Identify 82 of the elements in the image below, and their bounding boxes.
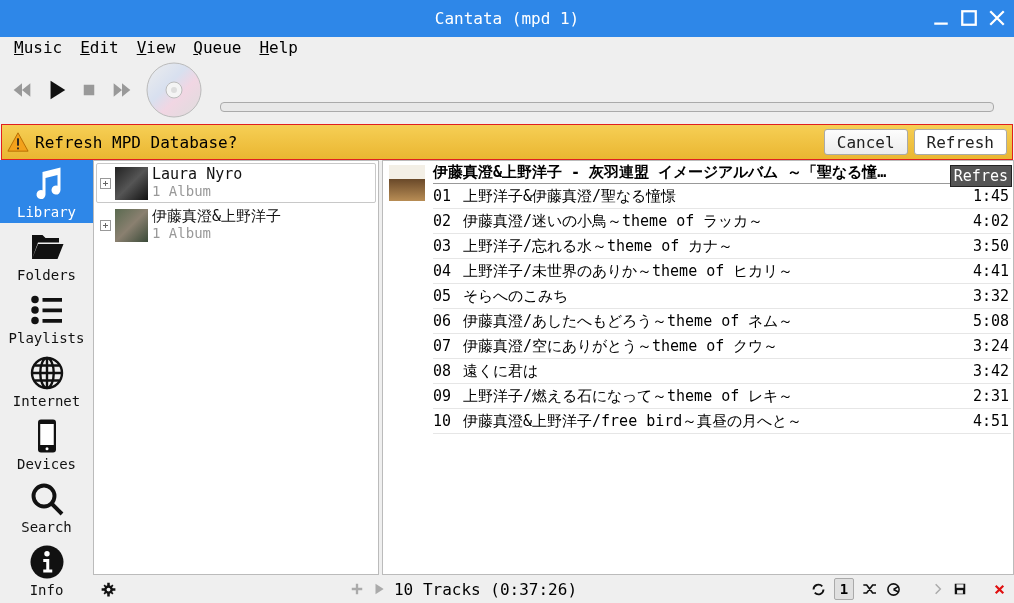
- globe-icon[interactable]: [28, 355, 65, 391]
- track-row[interactable]: 06 伊藤真澄/あしたへもどろう～theme of ネム～ 5:08: [433, 309, 1011, 334]
- track-row[interactable]: 04 上野洋子/未世界のありか～theme of ヒカリ～ 4:41: [433, 259, 1011, 284]
- shuffle-icon[interactable]: [862, 581, 878, 597]
- album-count: 1 Album: [152, 225, 212, 242]
- tooltip: Refres: [949, 165, 1012, 187]
- sidebar-item[interactable]: Library: [0, 160, 93, 223]
- cancel-button[interactable]: Cancel: [823, 129, 908, 155]
- artist-name: 伊藤真澄&上野洋子: [152, 208, 282, 225]
- sidebar-item[interactable]: Folders: [0, 223, 93, 286]
- track-number: 04: [433, 262, 453, 280]
- warning-icon[interactable]: [7, 131, 29, 153]
- artist-row[interactable]: Laura Nyro 1 Album: [96, 163, 376, 203]
- artist-row[interactable]: 伊藤真澄&上野洋子 1 Album: [96, 205, 376, 245]
- gear-icon[interactable]: [101, 581, 116, 597]
- album-cover-placeholder: [389, 165, 425, 201]
- track-row[interactable]: 10 伊藤真澄&上野洋子/free bird～真昼の月へと～ 4:51: [433, 409, 1011, 434]
- track-title: 遠くに君は: [463, 361, 539, 381]
- maximize-icon[interactable]: [960, 9, 978, 27]
- expand-icon[interactable]: [100, 177, 111, 189]
- close-icon[interactable]: [993, 582, 1006, 596]
- track-row[interactable]: 08 遠くに君は 3:42: [433, 359, 1011, 384]
- track-title: 上野洋子/燃える石になって～theme of レキ～: [463, 386, 795, 406]
- track-number: 01: [433, 187, 453, 205]
- close-icon[interactable]: [988, 9, 1006, 27]
- track-title: 伊藤真澄/迷いの小鳥～theme of ラッカ～: [463, 211, 765, 231]
- track-number: 06: [433, 312, 453, 330]
- track-title: 伊藤真澄/あしたへもどろう～theme of ネム～: [463, 311, 795, 331]
- menu-item[interactable]: Edit: [80, 38, 119, 57]
- track-duration: 1:45: [972, 187, 1010, 205]
- notification-message: Refresh MPD Database?: [35, 132, 239, 152]
- album-count: 1 Album: [152, 183, 212, 200]
- artist-name: Laura Nyro: [152, 166, 243, 183]
- sidebar-item[interactable]: Info: [0, 538, 93, 601]
- menu-item[interactable]: View: [136, 38, 176, 57]
- track-number: 10: [433, 412, 453, 430]
- track-title: 伊藤真澄/空にありがとう～theme of クウ～: [463, 336, 780, 356]
- track-number: 05: [433, 287, 453, 305]
- consume-icon[interactable]: [886, 581, 901, 597]
- sidebar-item[interactable]: Devices: [0, 412, 93, 475]
- track-row[interactable]: 01 上野洋子&伊藤真澄/聖なる憧憬 1:45: [433, 184, 1011, 209]
- track-duration: 3:32: [972, 287, 1010, 305]
- track-title: 伊藤真澄&上野洋子/free bird～真昼の月へと～: [463, 411, 804, 431]
- menu-item[interactable]: Queue: [193, 38, 242, 57]
- track-row[interactable]: 03 上野洋子/忘れる水～theme of カナ～ 3:50: [433, 234, 1011, 259]
- single-mode-button[interactable]: 1: [834, 578, 854, 600]
- expand-icon[interactable]: [100, 219, 111, 231]
- track-row[interactable]: 05 そらへのこみち 3:32: [433, 284, 1011, 309]
- photo-placeholder: [115, 208, 148, 242]
- save-icon[interactable]: [953, 582, 967, 596]
- track-summary: 10 Tracks (0:37:26): [394, 579, 577, 599]
- disc-icon: [146, 62, 202, 118]
- track-title: そらへのこみち: [463, 286, 569, 306]
- track-number: 08: [433, 362, 453, 380]
- track-row[interactable]: 07 伊藤真澄/空にありがとう～theme of クウ～ 3:24: [433, 334, 1011, 359]
- track-number: 07: [433, 337, 453, 355]
- sidebar-item[interactable]: Internet: [0, 349, 93, 412]
- track-row[interactable]: 02 伊藤真澄/迷いの小鳥～theme of ラッカ～ 4:02: [433, 209, 1011, 234]
- track-duration: 2:31: [972, 387, 1010, 405]
- track-duration: 4:41: [972, 262, 1010, 280]
- track-number: 02: [433, 212, 453, 230]
- track-number: 09: [433, 387, 453, 405]
- sidebar-item[interactable]: Search: [0, 475, 93, 538]
- menu-item[interactable]: Help: [259, 38, 298, 57]
- track-title: 上野洋子/忘れる水～theme of カナ～: [463, 236, 735, 256]
- track-duration: 3:50: [972, 237, 1010, 255]
- info-icon[interactable]: [28, 544, 65, 580]
- track-number: 03: [433, 237, 453, 255]
- sidebar-item[interactable]: Playlists: [0, 286, 93, 349]
- track-duration: 3:24: [972, 337, 1010, 355]
- track-title: 上野洋子/未世界のありか～theme of ヒカリ～: [463, 261, 795, 281]
- track-duration: 3:42: [972, 362, 1010, 380]
- track-duration: 5:08: [972, 312, 1010, 330]
- window-title: Cantata (mpd 1): [434, 9, 580, 28]
- menu-item[interactable]: Music: [14, 38, 63, 57]
- track-duration: 4:02: [972, 212, 1010, 230]
- track-row[interactable]: 09 上野洋子/燃える石になって～theme of レキ～ 2:31: [433, 384, 1011, 409]
- track-title: 上野洋子&伊藤真澄/聖なる憧憬: [463, 186, 678, 206]
- track-duration: 4:51: [972, 412, 1010, 430]
- refresh-button[interactable]: Refresh: [913, 129, 1007, 155]
- repeat-icon[interactable]: [811, 581, 826, 597]
- photo-placeholder: [115, 166, 148, 200]
